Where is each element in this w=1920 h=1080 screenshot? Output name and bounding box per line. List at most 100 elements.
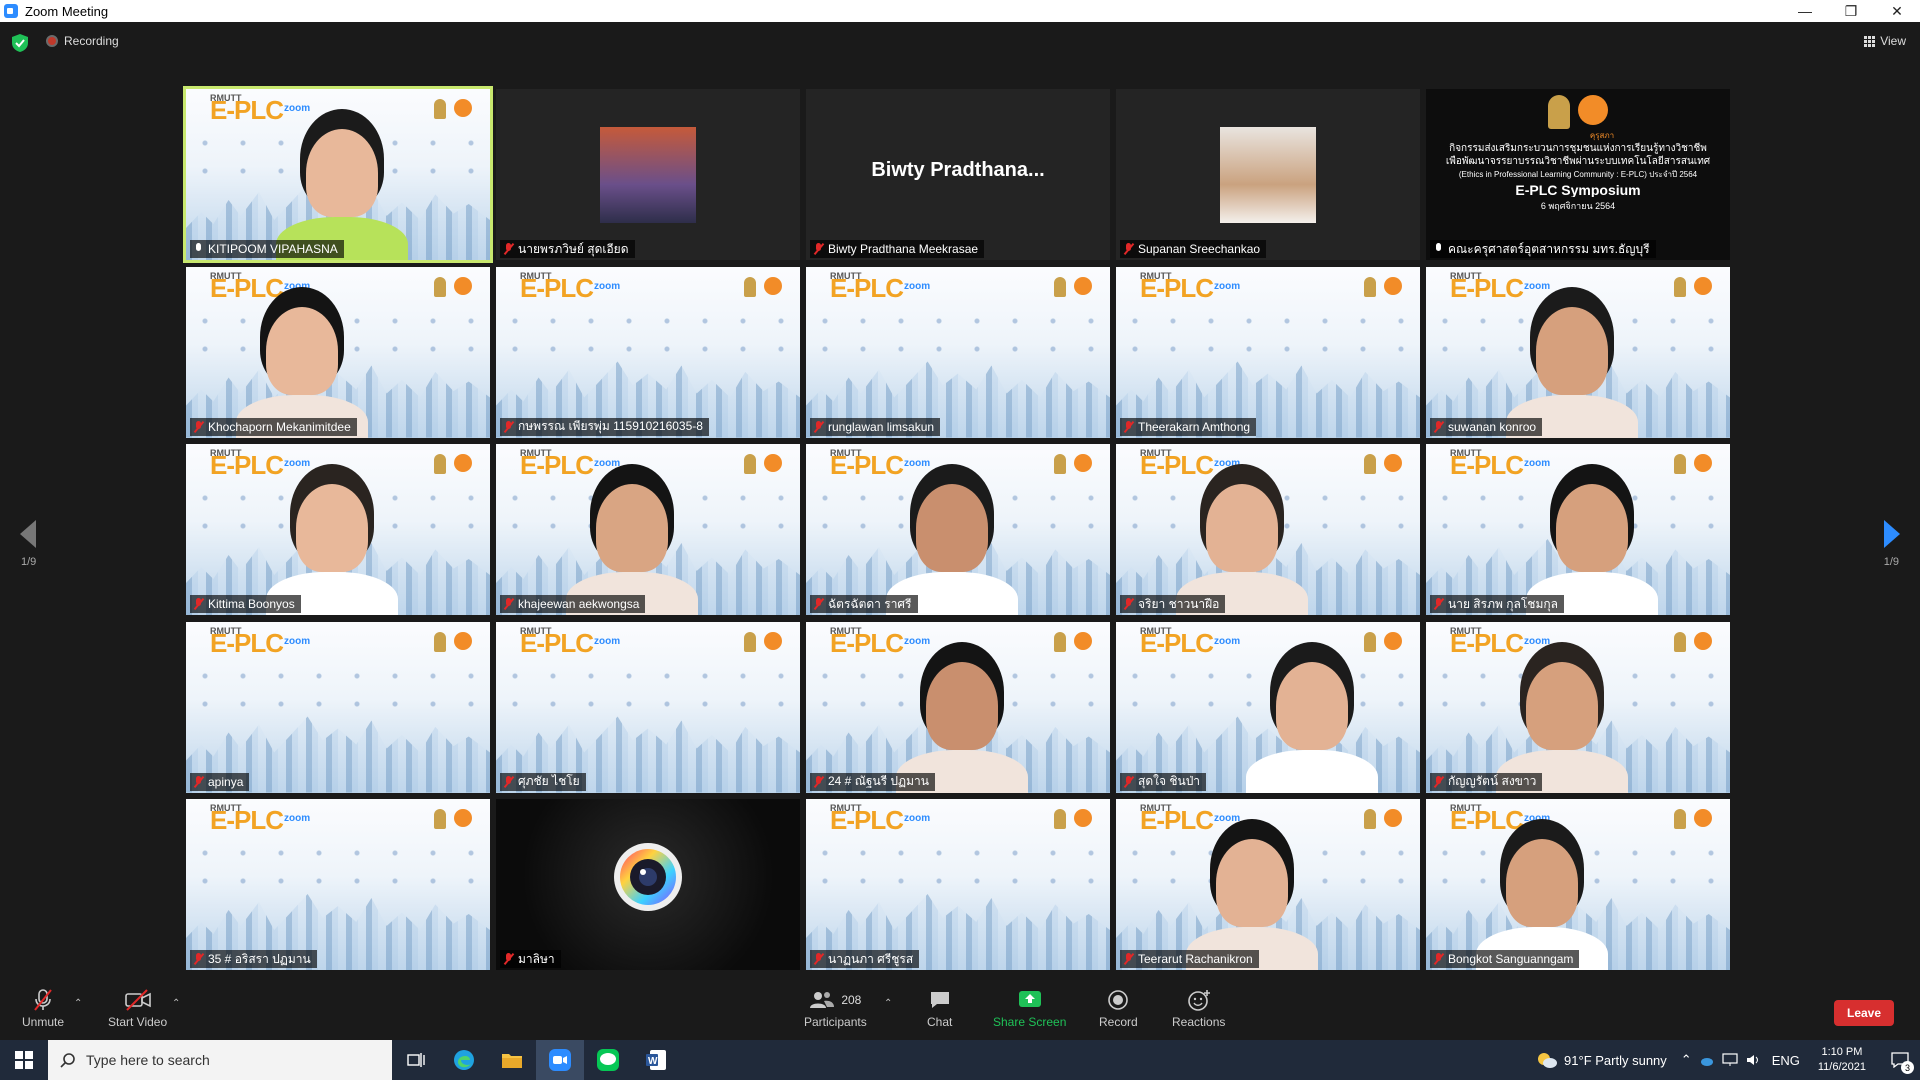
participant-tile[interactable]: Biwty Pradthana... Biwty Pradthana Meekra… bbox=[806, 89, 1110, 260]
participant-name-tag: Teerarut Rachanikron bbox=[1120, 950, 1259, 968]
participant-tile[interactable]: RMUTT E-PLC zoom suwanan konroo bbox=[1426, 266, 1730, 438]
clock-time: 1:10 PM bbox=[1821, 1046, 1863, 1058]
security-shield-icon[interactable] bbox=[12, 34, 28, 52]
participant-name-tag: KITIPOOM VIPAHASNA bbox=[190, 240, 344, 258]
participant-name: suwanan konroo bbox=[1448, 419, 1537, 434]
eplc-logo: RMUTT E-PLC bbox=[1450, 625, 1524, 658]
participant-tile[interactable]: RMUTT E-PLC zoom ฉัตรฉัตดา ราศรี bbox=[806, 444, 1110, 615]
university-emblem-icon bbox=[434, 631, 446, 652]
previous-page-arrow-icon[interactable] bbox=[14, 514, 44, 554]
network-icon[interactable] bbox=[1722, 1053, 1738, 1067]
start-video-button[interactable]: Start Video bbox=[108, 988, 167, 1029]
participant-tile[interactable]: RMUTT E-PLC zoom สุดใจ ชินป่า bbox=[1116, 621, 1420, 793]
participant-face bbox=[1506, 839, 1578, 927]
taskbar-edge-app[interactable] bbox=[440, 1040, 488, 1080]
tray-overflow-chevron-icon[interactable]: ⌃ bbox=[1681, 1052, 1692, 1068]
windows-logo-icon bbox=[15, 1051, 33, 1069]
restore-button[interactable]: ❐ bbox=[1828, 0, 1874, 22]
chat-button[interactable]: Chat bbox=[927, 988, 952, 1029]
view-button[interactable]: View bbox=[1864, 34, 1906, 48]
unmute-button[interactable]: Unmute bbox=[22, 988, 64, 1029]
share-screen-button[interactable]: Share Screen bbox=[993, 988, 1066, 1029]
university-emblem-icon bbox=[744, 631, 756, 652]
participant-tile[interactable]: RMUTT E-PLC zoom Kittima Boonyos bbox=[186, 444, 490, 615]
taskbar-search-box[interactable]: Type here to search bbox=[48, 1040, 392, 1080]
input-language[interactable]: ENG bbox=[1772, 1053, 1800, 1068]
eplc-logo: RMUTT E-PLC bbox=[210, 625, 284, 658]
search-icon bbox=[60, 1053, 75, 1068]
participant-tile[interactable]: RMUTT E-PLC zoom Theerakarn Amthong bbox=[1116, 266, 1420, 438]
taskbar-clock[interactable]: 1:10 PM 11/6/2021 bbox=[1818, 1045, 1866, 1075]
kurusapa-emblem-icon bbox=[1384, 809, 1402, 827]
participant-tile[interactable]: RMUTT E-PLC zoom KITIPOOM VIPAHASNA bbox=[183, 86, 493, 263]
leave-button[interactable]: Leave bbox=[1834, 1000, 1894, 1026]
participant-tile[interactable]: RMUTT E-PLC zoom 24 # ณัฐนรี ปฏมาน bbox=[806, 621, 1110, 793]
microphone-muted-icon bbox=[1433, 775, 1444, 788]
audio-options-caret-icon[interactable]: ⌃ bbox=[74, 998, 82, 1009]
participant-display-name: Biwty Pradthana... bbox=[871, 159, 1045, 181]
university-emblem-icon bbox=[1054, 276, 1066, 297]
university-emblem-icon bbox=[744, 454, 756, 474]
kurusapa-emblem-icon bbox=[454, 454, 472, 472]
taskbar-word-app[interactable]: W bbox=[632, 1040, 680, 1080]
volume-icon[interactable] bbox=[1746, 1053, 1762, 1067]
taskbar-zoom-app[interactable] bbox=[536, 1040, 584, 1080]
participant-name: กษพรรณ เพียรพุ่ม 115910216035-8 bbox=[518, 419, 703, 433]
participant-face bbox=[1216, 839, 1288, 927]
microphone-muted-icon bbox=[503, 420, 514, 433]
participant-tile[interactable]: RMUTT E-PLC zoom runglawan limsakun bbox=[806, 266, 1110, 438]
participant-tile[interactable]: RMUTT E-PLC zoom นาฏนภา ศรีชูรส bbox=[806, 799, 1110, 970]
participant-tile[interactable]: RMUTT E-PLC zoom apinya bbox=[186, 621, 490, 793]
camera-lens-icon bbox=[614, 843, 682, 911]
participant-tile[interactable]: RMUTT E-PLC zoom กัญญรัตน์ สงขาว bbox=[1426, 621, 1730, 793]
kurusapa-emblem-icon bbox=[454, 809, 472, 827]
participant-tile[interactable]: มาลิษา bbox=[496, 799, 800, 970]
weather-text[interactable]: 91°F Partly sunny bbox=[1564, 1053, 1667, 1068]
participants-label: Participants bbox=[804, 1015, 867, 1029]
participant-tile[interactable]: RMUTT E-PLC zoom จริยา ชาวนาฝือ bbox=[1116, 444, 1420, 615]
kurusapa-emblem-icon bbox=[764, 631, 782, 650]
microphone-muted-icon bbox=[1433, 598, 1444, 610]
task-view-button[interactable] bbox=[392, 1040, 440, 1080]
participant-tile[interactable]: RMUTT E-PLC zoom Bongkot Sanguanngam bbox=[1426, 799, 1730, 970]
record-button[interactable]: Record bbox=[1099, 988, 1138, 1029]
slide-date: 6 พฤศจิกายน 2564 bbox=[1540, 201, 1616, 211]
participant-tile[interactable]: RMUTT E-PLC zoom ศุภชัย ไชโย bbox=[496, 621, 800, 793]
participant-name: apinya bbox=[208, 774, 244, 789]
participant-count: 208 bbox=[841, 993, 862, 1007]
participant-tile[interactable]: นายพรภวิษย์ สุดเอียด bbox=[496, 89, 800, 260]
participant-tile[interactable]: RMUTT E-PLC zoom 35 # อริสรา ปฏมาน bbox=[186, 799, 490, 970]
participant-tile[interactable]: RMUTT E-PLC zoom นาย สิรภพ กุลโชมกุล bbox=[1426, 444, 1730, 615]
minimize-button[interactable]: — bbox=[1782, 0, 1828, 22]
participant-tile[interactable]: RMUTT E-PLC zoom Teerarut Rachanikron bbox=[1116, 799, 1420, 970]
participant-name: สุดใจ ชินป่า bbox=[1138, 774, 1201, 788]
taskbar-file-explorer-app[interactable] bbox=[488, 1040, 536, 1080]
participant-name: runglawan limsakun bbox=[828, 419, 935, 434]
participant-tile[interactable]: คุรุสภา กิจกรรมส่งเสริมกระบวนการชุมชนแห่ง… bbox=[1426, 89, 1730, 260]
kurusapa-emblem-icon bbox=[1074, 631, 1092, 650]
participant-tile[interactable]: RMUTT E-PLC zoom กษพรรณ เพียรพุ่ม 115910216… bbox=[496, 266, 800, 438]
participant-tile[interactable]: Supanan Sreechankao bbox=[1116, 89, 1420, 260]
participant-name: ศุภชัย ไชโย bbox=[518, 774, 580, 788]
notification-center-button[interactable]: 3 bbox=[1880, 1040, 1920, 1080]
video-options-caret-icon[interactable]: ⌃ bbox=[172, 998, 180, 1009]
reactions-button[interactable]: Reactions bbox=[1172, 988, 1225, 1029]
next-page-arrow-icon[interactable] bbox=[1876, 514, 1906, 554]
kurusapa-emblem-icon bbox=[1694, 809, 1712, 827]
participant-tile[interactable]: RMUTT E-PLC zoom khajeewan aekwongsa bbox=[496, 444, 800, 615]
onedrive-cloud-icon[interactable] bbox=[1700, 1053, 1714, 1067]
participant-tile[interactable]: RMUTT E-PLC zoom Khochaporn Mekanimitdee bbox=[186, 266, 490, 438]
university-emblem-icon bbox=[1674, 454, 1686, 474]
taskbar-line-app[interactable] bbox=[584, 1040, 632, 1080]
folder-icon bbox=[502, 1054, 522, 1068]
university-emblem-icon bbox=[1364, 276, 1376, 297]
microphone-muted-icon bbox=[813, 775, 824, 788]
participant-name-tag: คณะครุศาสตร์อุตสาหกรรม มทร.ธัญบุรี bbox=[1430, 240, 1656, 258]
recording-indicator[interactable]: Recording bbox=[46, 34, 119, 48]
participants-options-caret-icon[interactable]: ⌃ bbox=[884, 998, 892, 1009]
start-button[interactable] bbox=[0, 1040, 48, 1080]
close-button[interactable]: ✕ bbox=[1874, 0, 1920, 22]
kurusapa-emblem-icon bbox=[1384, 631, 1402, 650]
participants-button[interactable]: 208 Participants bbox=[804, 988, 867, 1029]
weather-partly-sunny-icon[interactable] bbox=[1536, 1051, 1558, 1069]
